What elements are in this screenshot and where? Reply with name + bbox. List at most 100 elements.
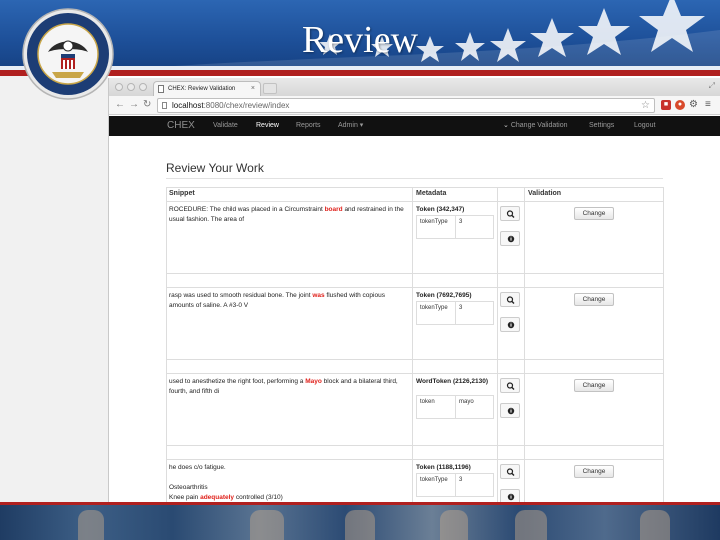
snippet-before: Knee pain [169,494,201,501]
footer-photo [250,510,284,540]
row-divider [166,273,664,274]
nav-logout[interactable]: Logout [634,116,655,136]
divider [166,178,663,179]
snippet-line: he does c/o fatigue. [169,464,226,471]
nav-validate[interactable]: Validate [213,116,238,136]
magnifier-icon [506,296,515,304]
new-tab-button[interactable] [263,83,277,94]
metadata-key: tokenType [420,305,448,311]
address-bar[interactable]: localhost:8080/chex/review/index ☆ [157,98,655,113]
metadata-title: Token (342,347) [416,206,465,213]
metadata-value: 3 [459,305,463,311]
bookmark-star-icon[interactable]: ☆ [641,99,650,112]
magnifier-icon [506,210,515,218]
slide-footer-banner [0,502,720,540]
page-title: Review Your Work [166,161,264,175]
nav-change-validation-label: Change Validation [510,122,568,129]
footer-photo [515,510,547,540]
table-row: he does c/o fatigue. Osteoarthritis Knee… [166,459,664,502]
window-close-button[interactable] [115,83,123,91]
info-button[interactable] [500,489,520,502]
metadata-key: tokenType [420,477,448,483]
snippet-before: used to anesthetize the right foot, perf… [169,378,306,385]
tab-close-icon[interactable]: × [251,82,255,96]
footer-photo [78,510,104,540]
info-icon [507,321,515,329]
back-arrow-icon[interactable]: ← [115,98,125,112]
table-row: used to anesthetize the right foot, perf… [166,373,664,445]
change-button[interactable]: Change [574,293,614,306]
snippet-highlight: was [312,292,325,299]
footer-photo [345,510,375,540]
column-header-metadata: Metadata [416,190,447,197]
metadata-box: token mayo [416,395,494,419]
menu-icon[interactable]: ≡ [705,98,711,112]
info-button[interactable] [500,231,520,246]
fullscreen-icon[interactable]: ⤢ [709,81,715,91]
gear-icon[interactable]: ⚙ [689,98,698,112]
left-gutter [0,76,108,502]
browser-tab[interactable]: CHEX: Review Validation × [153,81,261,96]
page-icon [162,102,167,109]
metadata-value: 3 [459,477,463,483]
url-host: localhost [172,101,204,110]
metadata-box: tokenType 3 [416,215,494,239]
browser-toolbar: ← → ↻ localhost:8080/chex/review/index ☆… [109,96,720,115]
metadata-title: Token (7692,7695) [416,292,472,299]
footer-photo [440,510,468,540]
url-path: :8080/chex/review/index [203,101,290,110]
change-button[interactable]: Change [574,465,614,478]
metadata-value: mayo [459,399,474,405]
browser-window: CHEX: Review Validation × ⤢ ← → ↻ localh… [108,78,720,502]
metadata-separator [455,474,456,496]
app-navbar: CHEX Validate Review Reports Admin ▾ ⌄ C… [109,116,720,136]
nav-reports[interactable]: Reports [296,116,321,136]
nav-change-validation[interactable]: ⌄ Change Validation [503,116,568,136]
app-brand[interactable]: CHEX [167,116,195,136]
snippet-line: Knee pain adequately controlled (3/10) [169,493,409,502]
snippet-text: ROCEDURE: The child was placed in a Circ… [169,205,409,225]
snippet-spacer [169,473,409,483]
magnifier-icon [506,382,515,390]
nav-settings[interactable]: Settings [589,116,614,136]
table-row: rasp was used to smooth residual bone. T… [166,287,664,359]
extension-icon[interactable]: ■ [661,100,671,110]
magnifier-icon [506,468,515,476]
info-button[interactable] [500,317,520,332]
window-minimize-button[interactable] [127,83,135,91]
zoom-button[interactable] [500,464,520,479]
forward-arrow-icon[interactable]: → [129,98,139,112]
metadata-value: 3 [459,219,463,225]
nav-admin[interactable]: Admin ▾ [338,116,363,136]
window-zoom-button[interactable] [139,83,147,91]
change-button[interactable]: Change [574,207,614,220]
row-divider [166,445,664,446]
nav-review[interactable]: Review [256,116,279,136]
metadata-title: WordToken (2126,2130) [416,378,489,385]
snippet-highlight: adequately [200,494,235,501]
metadata-separator [455,302,456,324]
snippet-highlight: board [324,206,343,213]
snippet-before: ROCEDURE: The child was placed in a Circ… [169,206,325,213]
tab-title: CHEX: Review Validation [168,86,236,92]
change-button[interactable]: Change [574,379,614,392]
metadata-key: token [420,399,435,405]
extension-icon[interactable]: ● [675,100,685,110]
snippet-line: Osteoarthritis [169,484,208,491]
metadata-separator [455,396,456,418]
metadata-key: tokenType [420,219,448,225]
row-divider [166,359,664,360]
snippet-text: used to anesthetize the right foot, perf… [169,377,409,397]
snippet-after: controlled (3/10) [234,494,283,501]
zoom-button[interactable] [500,378,520,393]
snippet-before: rasp was used to smooth residual bone. T… [169,292,313,299]
reload-icon[interactable]: ↻ [143,98,151,112]
zoom-button[interactable] [500,206,520,221]
metadata-box: tokenType 3 [416,473,494,497]
info-icon [507,235,515,243]
zoom-button[interactable] [500,292,520,307]
table-border [166,187,664,188]
info-button[interactable] [500,403,520,418]
info-icon [507,493,515,501]
page-content: Review Your Work Snippet Metadata Valida… [109,136,720,502]
